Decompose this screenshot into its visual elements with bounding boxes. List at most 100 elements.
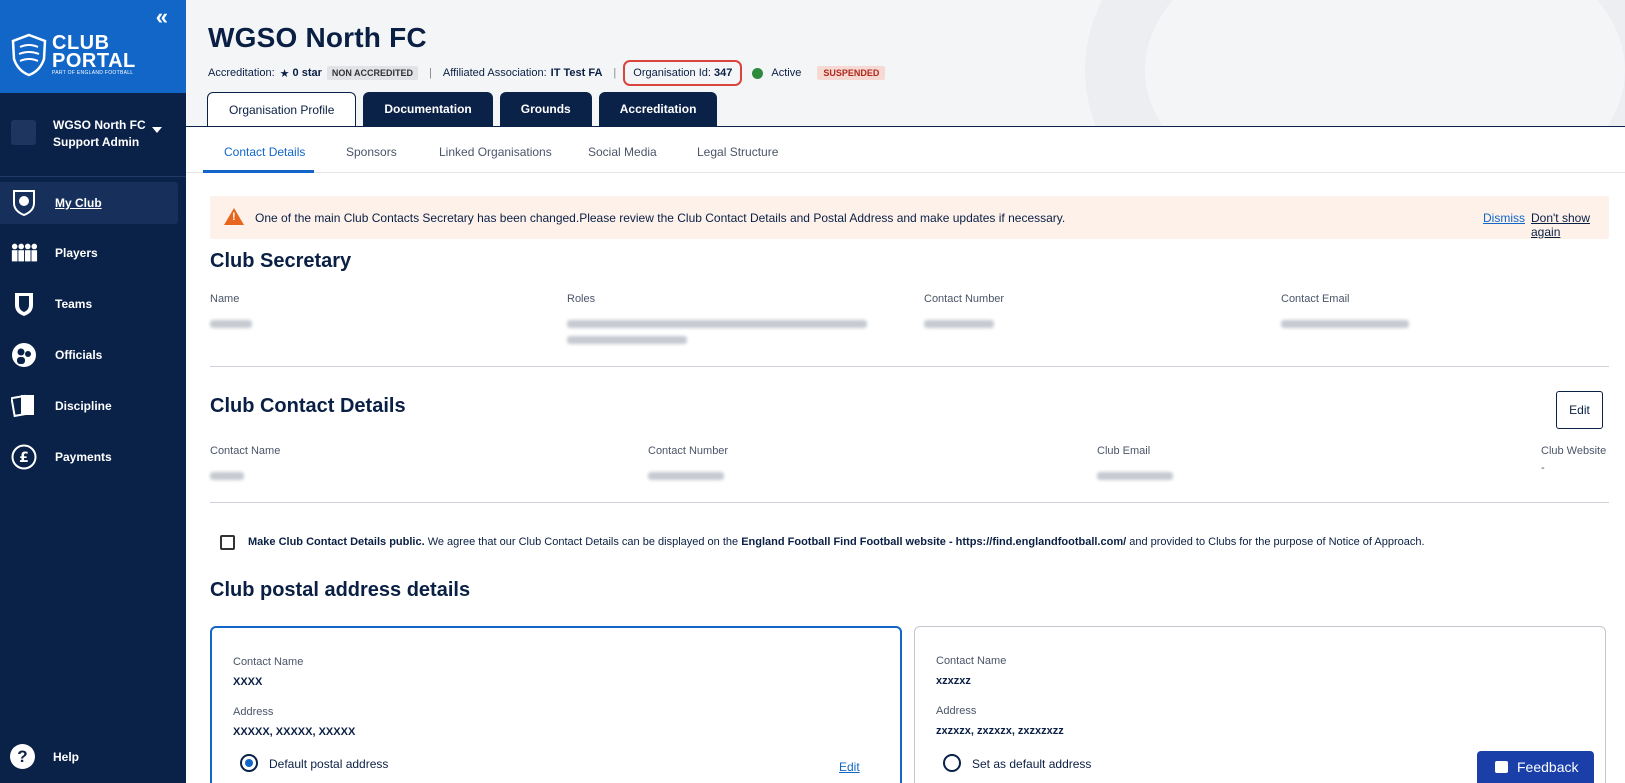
secretary-number-redacted bbox=[924, 320, 994, 328]
divider bbox=[210, 502, 1609, 503]
contact-number-redacted bbox=[648, 472, 724, 480]
subtab-contact-details[interactable]: Contact Details bbox=[224, 145, 305, 159]
secretary-email-label: Contact Email bbox=[1281, 293, 1350, 305]
sidebar-item-label: Payments bbox=[55, 450, 112, 464]
contact-change-alert: ! One of the main Club Contacts Secretar… bbox=[210, 196, 1609, 239]
feedback-label: Feedback bbox=[1517, 759, 1579, 775]
contact-name-redacted bbox=[210, 472, 244, 480]
postal-address-heading: Club postal address details bbox=[210, 579, 471, 601]
cards-icon bbox=[10, 392, 38, 420]
sidebar-item-players[interactable]: Players bbox=[0, 229, 186, 280]
secretary-roles-redacted bbox=[567, 320, 867, 328]
card-contact-label: Contact Name bbox=[936, 655, 1007, 667]
svg-text:£: £ bbox=[19, 450, 29, 466]
tab-accreditation[interactable]: Accreditation bbox=[598, 92, 718, 126]
status-dot-icon bbox=[752, 67, 764, 79]
page-title: WGSO North FC bbox=[208, 22, 427, 53]
club-contact-heading: Club Contact Details bbox=[210, 395, 406, 417]
postal-address-card-default[interactable]: Contact Name XXXX Address XXXXX, XXXXX, … bbox=[210, 626, 902, 783]
chevron-down-icon[interactable] bbox=[152, 127, 162, 133]
club-secretary-heading: Club Secretary bbox=[210, 250, 352, 272]
sidebar-item-discipline[interactable]: Discipline bbox=[0, 382, 186, 433]
collapse-sidebar-icon[interactable]: « bbox=[156, 4, 168, 30]
sidebar-item-label: Players bbox=[55, 246, 98, 260]
club-email-redacted bbox=[1097, 472, 1173, 480]
edit-contact-button[interactable]: Edit bbox=[1556, 391, 1603, 429]
contact-number-label: Contact Number bbox=[648, 445, 729, 457]
user-switcher[interactable]: WGSO North FC Support Admin bbox=[0, 93, 186, 177]
accreditation-value: 0 star bbox=[292, 67, 322, 79]
subtab-social-media[interactable]: Social Media bbox=[588, 145, 657, 159]
warning-icon: ! bbox=[224, 208, 244, 225]
help-label: Help bbox=[53, 750, 80, 764]
sidebar-item-label: Discipline bbox=[55, 399, 112, 413]
main-content: WGSO North FC Accreditation: ★ 0 star NO… bbox=[186, 0, 1625, 783]
accreditation-badge: NON ACCREDITED bbox=[326, 66, 419, 80]
main-tabs: Organisation Profile Documentation Groun… bbox=[207, 92, 724, 126]
pound-icon: £ bbox=[10, 443, 38, 471]
sidebar-nav: My Club Players Teams Officials Discipli… bbox=[0, 178, 186, 484]
card-address-label: Address bbox=[936, 705, 977, 717]
sidebar-item-payments[interactable]: £ Payments bbox=[0, 433, 186, 484]
club-email-label: Club Email bbox=[1097, 445, 1151, 457]
players-icon bbox=[10, 239, 38, 267]
feedback-button[interactable]: Feedback bbox=[1477, 751, 1594, 783]
user-org-name: WGSO North FC bbox=[53, 118, 146, 132]
card-contact-value: xzxzxz bbox=[936, 675, 971, 687]
user-role: Support Admin bbox=[53, 135, 140, 149]
page-header: WGSO North FC Accreditation: ★ 0 star NO… bbox=[186, 0, 1625, 127]
dont-show-again-link[interactable]: Don't show again bbox=[1531, 211, 1609, 239]
avatar bbox=[11, 120, 36, 145]
default-address-radio[interactable] bbox=[240, 754, 258, 772]
sidebar-item-teams[interactable]: Teams bbox=[0, 280, 186, 331]
subtab-linked-organisations[interactable]: Linked Organisations bbox=[439, 145, 552, 159]
card-contact-label: Contact Name bbox=[233, 656, 304, 668]
secretary-name-redacted bbox=[210, 320, 252, 328]
set-default-address-label: Set as default address bbox=[972, 757, 1092, 771]
star-icon: ★ bbox=[279, 67, 290, 80]
secretary-name-label: Name bbox=[210, 293, 240, 305]
tab-grounds[interactable]: Grounds bbox=[499, 92, 592, 126]
sidebar-item-my-club[interactable]: My Club bbox=[0, 182, 178, 224]
sidebar-item-label: Teams bbox=[55, 297, 93, 311]
card-address-value: zxzxzx, zxzxzx, zxzxzxzz bbox=[936, 725, 1064, 737]
association-label: Affiliated Association: bbox=[442, 67, 547, 79]
org-id-label: Organisation Id: bbox=[633, 67, 711, 79]
set-default-address-radio[interactable] bbox=[943, 754, 961, 772]
club-website-label: Club Website bbox=[1541, 445, 1607, 457]
subtab-legal-structure[interactable]: Legal Structure bbox=[697, 145, 778, 159]
secretary-email-redacted bbox=[1281, 320, 1409, 328]
sidebar-item-label: Officials bbox=[55, 348, 103, 362]
tab-documentation[interactable]: Documentation bbox=[363, 92, 493, 126]
org-meta: Accreditation: ★ 0 star NON ACCREDITED |… bbox=[208, 60, 886, 86]
brand-header: « CLUB PORTAL PART OF ENGLAND FOOTBALL bbox=[0, 0, 186, 93]
sidebar-item-label: My Club bbox=[55, 196, 102, 210]
status-label: Active bbox=[771, 67, 802, 79]
public-consent-checkbox[interactable] bbox=[220, 535, 235, 550]
secretary-number-label: Contact Number bbox=[924, 293, 1005, 305]
secretary-roles-redacted-2 bbox=[567, 336, 687, 344]
brand-title: CLUB PORTAL bbox=[52, 32, 136, 72]
team-shield-icon bbox=[10, 290, 38, 318]
edit-address-link[interactable]: Edit bbox=[839, 760, 860, 774]
secretary-roles-label: Roles bbox=[567, 293, 596, 305]
help-icon: ? bbox=[10, 744, 35, 769]
sub-tabs: Contact Details Sponsors Linked Organisa… bbox=[186, 127, 1625, 173]
status-badge: SUSPENDED bbox=[817, 66, 886, 80]
organisation-id: Organisation Id: 347 bbox=[623, 60, 743, 86]
default-address-label: Default postal address bbox=[269, 757, 389, 771]
divider bbox=[210, 366, 1609, 367]
association-value: IT Test FA bbox=[550, 67, 603, 79]
subtab-sponsors[interactable]: Sponsors bbox=[346, 145, 397, 159]
accreditation-label: Accreditation: bbox=[208, 67, 275, 79]
sidebar: « CLUB PORTAL PART OF ENGLAND FOOTBALL W… bbox=[0, 0, 186, 783]
sidebar-item-officials[interactable]: Officials bbox=[0, 331, 186, 382]
card-contact-value: XXXX bbox=[233, 676, 263, 688]
header-decoration bbox=[1085, 0, 1625, 126]
public-consent-text: Make Club Contact Details public. We agr… bbox=[248, 536, 1425, 548]
tab-organisation-profile[interactable]: Organisation Profile bbox=[207, 92, 357, 126]
dismiss-link[interactable]: Dismiss bbox=[1483, 211, 1525, 225]
shield-ball-icon bbox=[10, 188, 38, 216]
club-portal-logo-icon bbox=[11, 33, 47, 77]
org-id-value: 347 bbox=[714, 67, 733, 79]
